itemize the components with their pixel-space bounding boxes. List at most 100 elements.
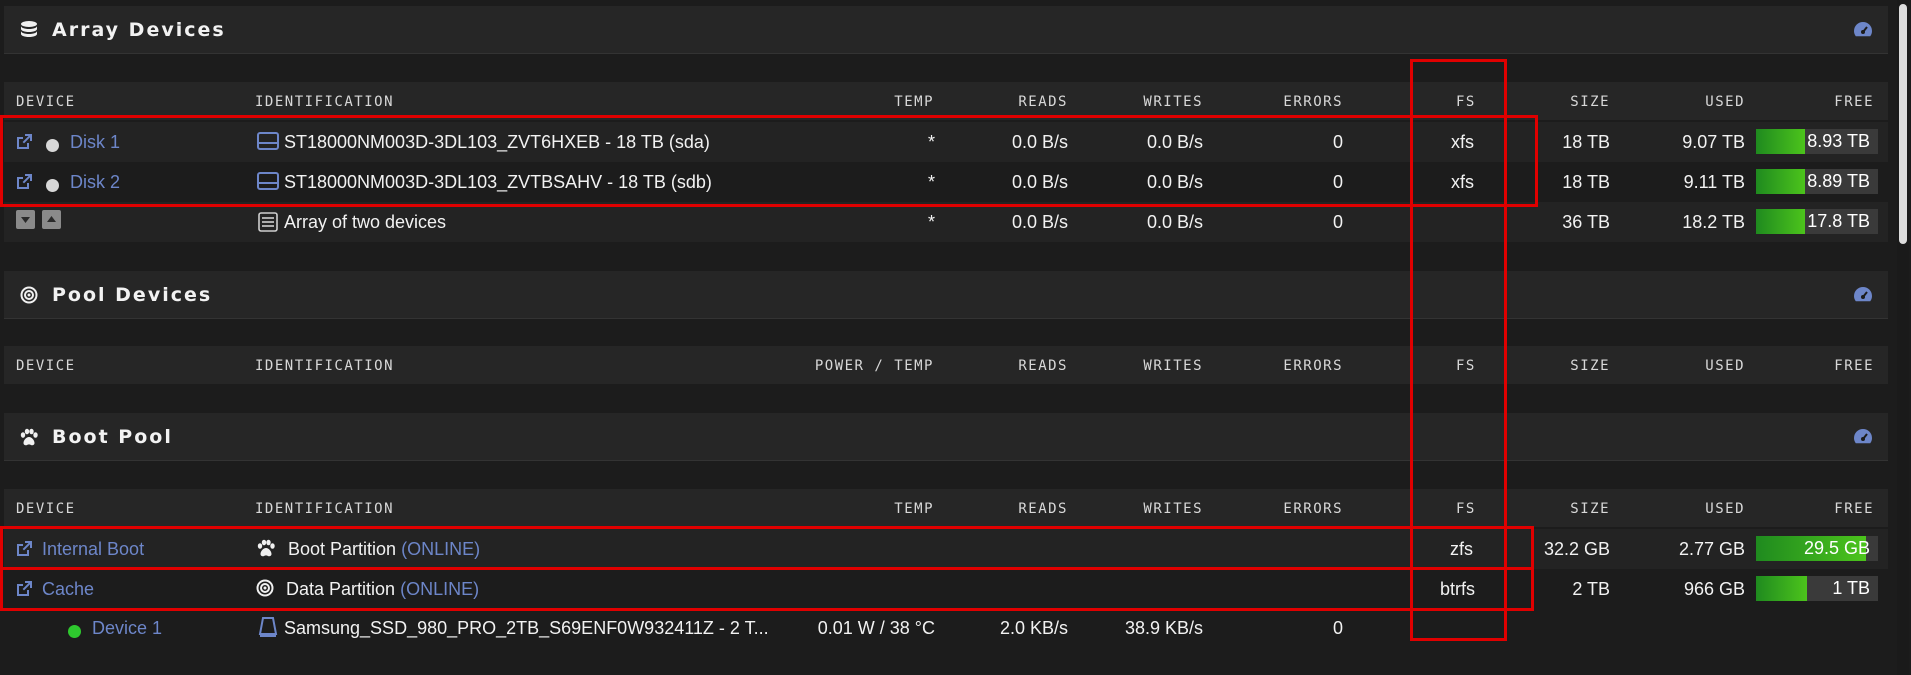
col-reads: READS (1018, 358, 1068, 374)
col-size: SIZE (1570, 94, 1610, 110)
col-size: SIZE (1570, 501, 1610, 517)
used-value: 18.2 TB (1682, 212, 1745, 232)
scrollbar[interactable] (1897, 0, 1909, 675)
errors-value: 0 (1332, 172, 1343, 192)
section-title: Boot Pool (52, 425, 173, 448)
reads-value: 0.0 B/s (1011, 212, 1068, 232)
device-link[interactable]: Device 1 (92, 618, 162, 639)
identification: ST18000NM003D-3DL103_ZVT6HXEB - 18 TB (s… (284, 132, 710, 152)
section-title: Pool Devices (52, 283, 213, 306)
external-link-icon[interactable] (14, 132, 34, 154)
writes-value: 0.0 B/s (1146, 132, 1203, 152)
device-link[interactable]: Disk 1 (70, 132, 120, 153)
temp-value: * (927, 172, 935, 192)
free-value: 17.8 TB (1807, 211, 1870, 231)
size-value: 18 TB (1562, 172, 1610, 192)
col-identification: IDENTIFICATION (255, 94, 395, 110)
col-size: SIZE (1570, 358, 1610, 374)
free-value: 8.89 TB (1807, 171, 1870, 191)
temp-value: * (927, 212, 935, 232)
size-value: 32.2 GB (1543, 539, 1610, 559)
col-free: FREE (1834, 358, 1874, 374)
collapse-button[interactable] (16, 210, 42, 234)
errors-value: 0 (1332, 132, 1343, 152)
external-link-icon[interactable] (14, 539, 34, 561)
fs-value: btrfs (1440, 579, 1476, 599)
col-identification: IDENTIFICATION (255, 358, 395, 374)
col-writes: WRITES (1143, 358, 1203, 374)
hdd-icon (256, 130, 280, 157)
col-used: USED (1705, 94, 1745, 110)
col-power-temp: POWER / TEMP (814, 358, 934, 374)
writes-value: 0.0 B/s (1146, 212, 1203, 232)
status-dot (46, 136, 59, 157)
temp-value: * (927, 132, 935, 152)
dashboard-icon[interactable] (1852, 427, 1874, 447)
scrollbar-thumb[interactable] (1899, 4, 1907, 244)
col-reads: READS (1018, 501, 1068, 517)
pool-devices-header: Pool Devices (4, 271, 1888, 319)
size-value: 2 TB (1572, 579, 1610, 599)
errors-value: 0 (1332, 618, 1343, 638)
col-free: FREE (1834, 94, 1874, 110)
device-link[interactable]: Disk 2 (70, 172, 120, 193)
col-errors: ERRORS (1283, 358, 1343, 374)
reads-value: 2.0 KB/s (999, 618, 1068, 638)
status-badge: (ONLINE) (400, 579, 480, 599)
free-value: 29.5 GB (1803, 538, 1870, 558)
section-title: Array Devices (52, 18, 226, 41)
identification: ST18000NM003D-3DL103_ZVTBSAHV - 18 TB (s… (284, 172, 712, 192)
boot-pool-header: Boot Pool (4, 413, 1888, 461)
free-bar: 17.8 TB (1756, 209, 1878, 234)
dashboard-icon[interactable] (1852, 20, 1874, 40)
col-fs: FS (1456, 94, 1476, 110)
free-bar: 1 TB (1756, 576, 1878, 601)
status-dot (68, 622, 81, 643)
col-errors: ERRORS (1283, 501, 1343, 517)
col-errors: ERRORS (1283, 94, 1343, 110)
reads-value: 0.0 B/s (1011, 172, 1068, 192)
paw-icon (18, 426, 40, 448)
col-free: FREE (1834, 501, 1874, 517)
free-value: 1 TB (1832, 578, 1870, 598)
free-bar: 8.89 TB (1756, 169, 1878, 194)
identification: Data Partition (ONLINE) (286, 579, 479, 600)
status-dot (46, 176, 59, 197)
power-temp-value: 0.01 W / 38 °C (817, 618, 935, 638)
col-fs: FS (1456, 358, 1476, 374)
col-used: USED (1705, 501, 1745, 517)
array-column-headers: DEVICE IDENTIFICATION TEMP READS WRITES … (4, 82, 1888, 120)
expand-button[interactable] (42, 210, 68, 234)
external-link-icon[interactable] (14, 172, 34, 194)
errors-value: 0 (1332, 212, 1343, 232)
ssd-icon (258, 616, 278, 643)
col-writes: WRITES (1143, 94, 1203, 110)
col-reads: READS (1018, 94, 1068, 110)
device-link[interactable]: Internal Boot (42, 539, 144, 560)
dashboard-icon[interactable] (1852, 285, 1874, 305)
table-row: Cache Data Partition (ONLINE) btrfs 2 TB… (4, 569, 1888, 609)
table-row: Device 1 Samsung_SSD_980_PRO_2TB_S69ENF0… (4, 608, 1888, 648)
size-value: 18 TB (1562, 132, 1610, 152)
array-devices-header: Array Devices (4, 6, 1888, 54)
status-badge: (ONLINE) (401, 539, 481, 559)
hdd-icon (256, 170, 280, 197)
identification: Samsung_SSD_980_PRO_2TB_S69ENF0W932411Z … (284, 618, 769, 638)
fs-value: xfs (1451, 172, 1475, 192)
external-link-icon[interactable] (14, 579, 34, 601)
target-icon (18, 284, 40, 306)
partition-name: Data Partition (286, 579, 396, 599)
col-writes: WRITES (1143, 501, 1203, 517)
col-temp: TEMP (894, 501, 934, 517)
identification: Array of two devices (284, 212, 447, 232)
identification: Boot Partition (ONLINE) (288, 539, 480, 560)
device-link[interactable]: Cache (42, 579, 94, 600)
writes-value: 38.9 KB/s (1124, 618, 1203, 638)
paw-icon (256, 539, 276, 562)
reads-value: 0.0 B/s (1011, 132, 1068, 152)
pool-column-headers: DEVICE IDENTIFICATION POWER / TEMP READS… (4, 346, 1888, 384)
table-row: Internal Boot Boot Partition (ONLINE) zf… (4, 529, 1888, 569)
list-icon (257, 211, 279, 238)
col-temp: TEMP (894, 94, 934, 110)
boot-column-headers: DEVICE IDENTIFICATION TEMP READS WRITES … (4, 489, 1888, 527)
